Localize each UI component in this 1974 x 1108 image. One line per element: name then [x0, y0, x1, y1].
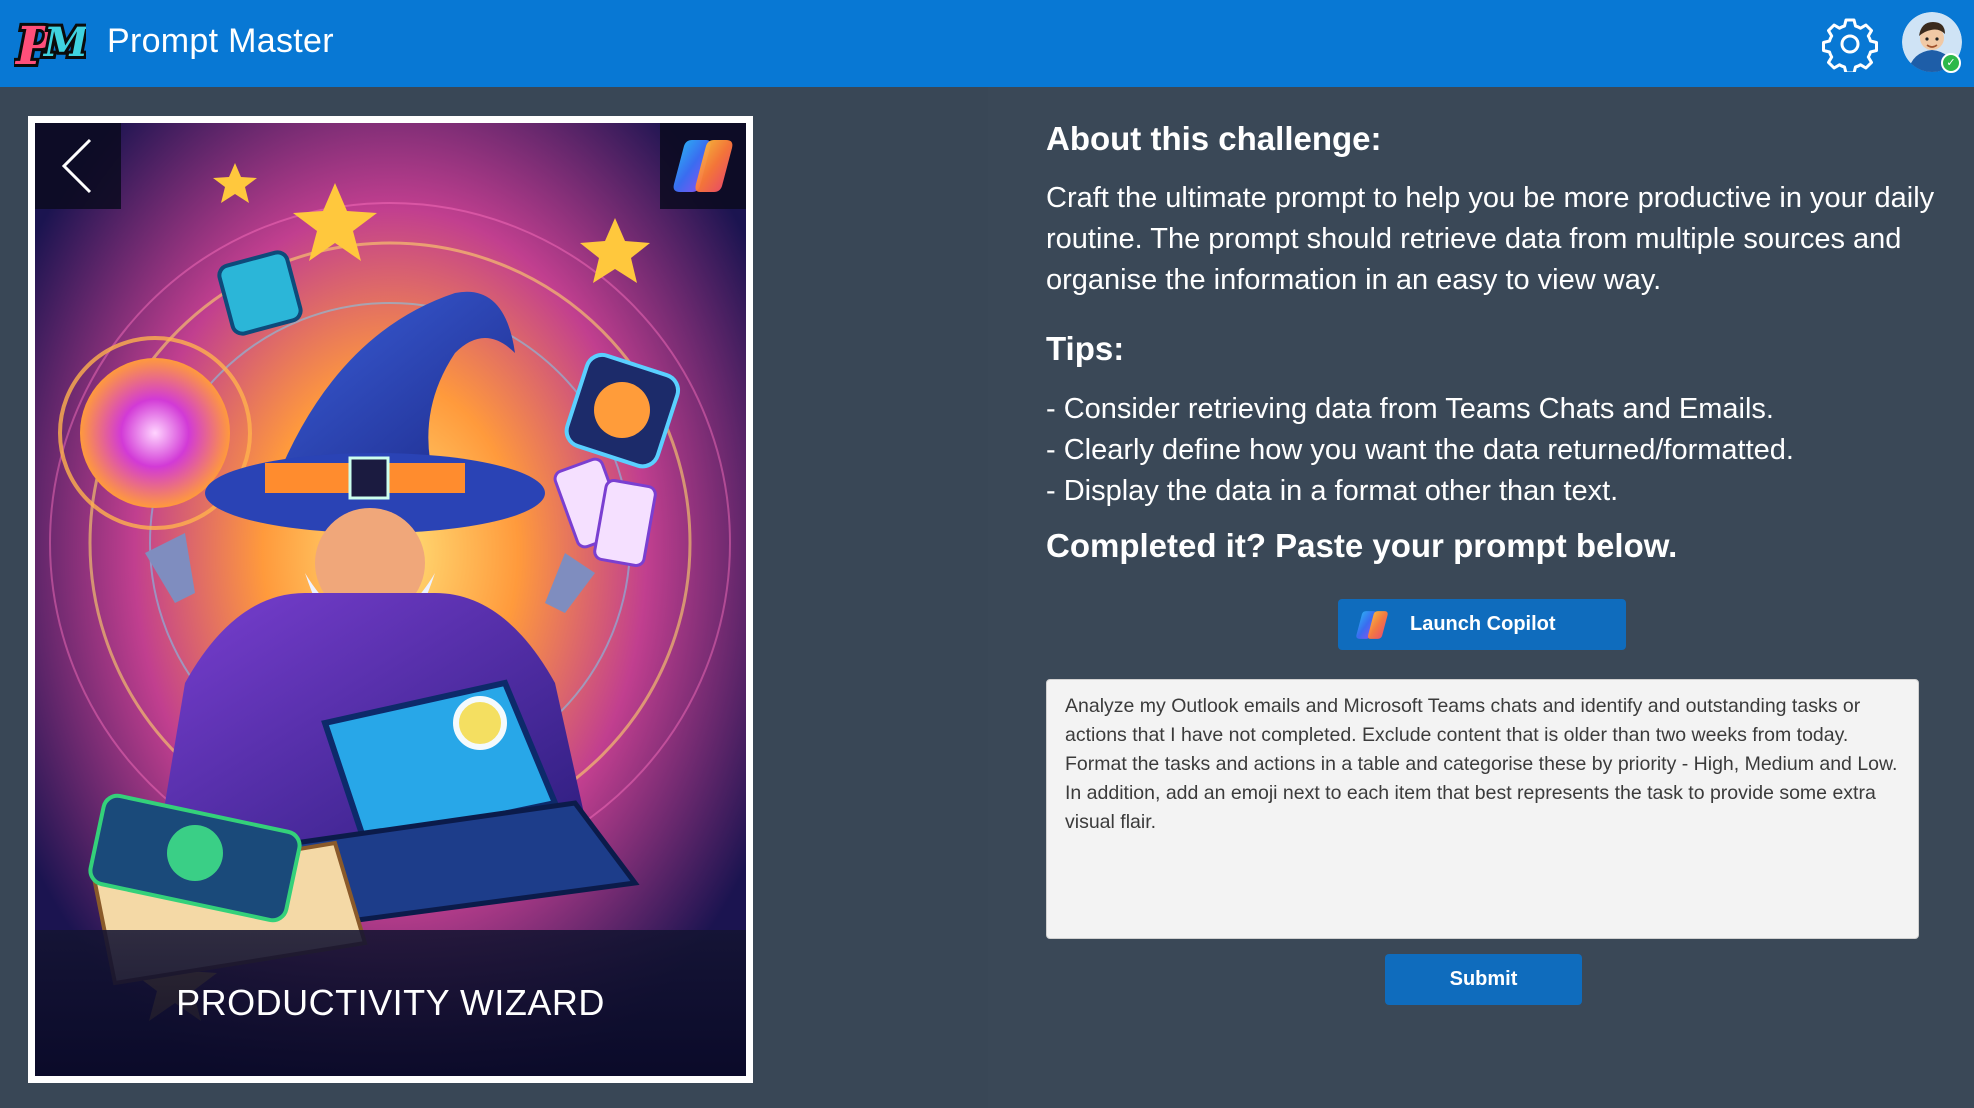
gear-icon[interactable] [1822, 16, 1878, 75]
svg-text:M: M [42, 19, 86, 66]
launch-copilot-button[interactable]: Launch Copilot [1338, 599, 1626, 650]
copilot-icon [1356, 610, 1388, 639]
submit-button[interactable]: Submit [1385, 954, 1582, 1005]
challenge-card-inner: PRODUCTIVITY WIZARD [35, 123, 746, 1076]
tips-list: - Consider retrieving data from Teams Ch… [1046, 389, 1936, 512]
chevron-left-icon [61, 138, 92, 194]
about-heading: About this challenge: [1046, 120, 1382, 157]
tip-item: - Clearly define how you want the data r… [1046, 434, 1794, 466]
tip-item: - Display the data in a format other tha… [1046, 475, 1619, 507]
online-status-icon: ✓ [1941, 53, 1961, 73]
copilot-badge [660, 123, 746, 209]
top-bar: P P M M Prompt Master ✓ [0, 0, 1974, 87]
back-button[interactable] [35, 123, 121, 209]
challenge-card: PRODUCTIVITY WIZARD [28, 116, 753, 1083]
completed-heading: Completed it? Paste your prompt below. [1046, 527, 1678, 564]
app-title: Prompt Master [107, 22, 334, 60]
tip-item: - Consider retrieving data from Teams Ch… [1046, 393, 1774, 425]
prompt-input[interactable]: Analyze my Outlook emails and Microsoft … [1046, 679, 1919, 939]
copilot-icon [673, 140, 733, 192]
card-title: PRODUCTIVITY WIZARD [35, 930, 746, 1076]
tips-heading: Tips: [1046, 330, 1125, 367]
about-text: Craft the ultimate prompt to help you be… [1046, 182, 1935, 296]
launch-copilot-label: Launch Copilot [1410, 613, 1556, 635]
app-logo: P P M M [11, 8, 93, 80]
